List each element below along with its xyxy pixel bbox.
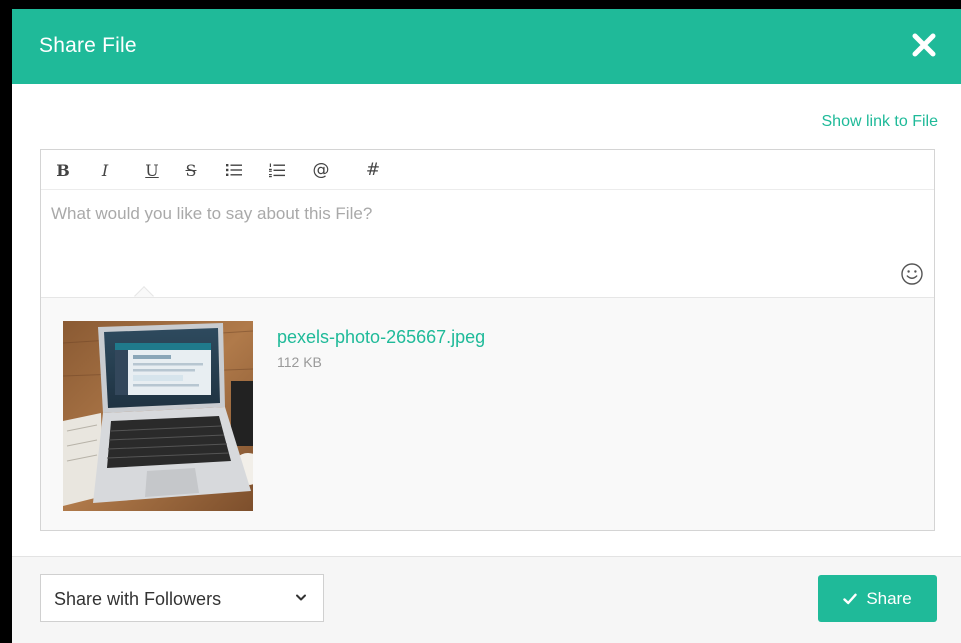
underline-button[interactable]: U	[140, 159, 164, 181]
file-size: 112 KB	[277, 354, 322, 370]
dialog-title: Share File	[39, 34, 137, 57]
strikethrough-button[interactable]: S	[179, 159, 203, 181]
dialog-footer: Share with Followers Share	[12, 556, 961, 643]
dialog-header: Share File	[12, 9, 961, 84]
hashtag-button[interactable]: #	[361, 159, 385, 181]
mention-button[interactable]: @	[309, 159, 333, 181]
laptop-photo-thumbnail	[63, 321, 253, 511]
file-name-link[interactable]: pexels-photo-265667.jpeg	[277, 327, 485, 348]
smiley-icon	[901, 263, 923, 285]
message-composer: B I U S @ # What would you like to say a…	[40, 149, 935, 531]
close-icon	[912, 33, 936, 57]
numbered-list-button[interactable]	[265, 159, 289, 181]
share-visibility-select[interactable]: Share with Followers	[40, 574, 324, 622]
bullet-list-button[interactable]	[222, 159, 246, 181]
share-file-dialog: Share File Show link to File B I U S @ #…	[12, 9, 961, 643]
italic-button[interactable]: I	[93, 159, 117, 181]
attachment-preview: pexels-photo-265667.jpeg 112 KB	[41, 297, 934, 530]
bold-button[interactable]: B	[51, 159, 75, 181]
close-button[interactable]	[911, 32, 937, 58]
share-button[interactable]: Share	[818, 575, 937, 622]
visibility-selected-value: Share with Followers	[54, 589, 222, 609]
numbered-list-icon	[269, 163, 285, 177]
message-input[interactable]	[41, 190, 934, 296]
checkmark-icon	[843, 593, 858, 604]
share-button-label: Share	[866, 588, 912, 608]
bullet-list-icon	[226, 164, 242, 176]
chevron-down-icon	[296, 594, 306, 601]
show-link-to-file[interactable]: Show link to File	[822, 113, 939, 131]
emoji-button[interactable]	[900, 262, 924, 286]
file-thumbnail[interactable]	[63, 321, 253, 511]
formatting-toolbar: B I U S @ #	[41, 150, 934, 190]
